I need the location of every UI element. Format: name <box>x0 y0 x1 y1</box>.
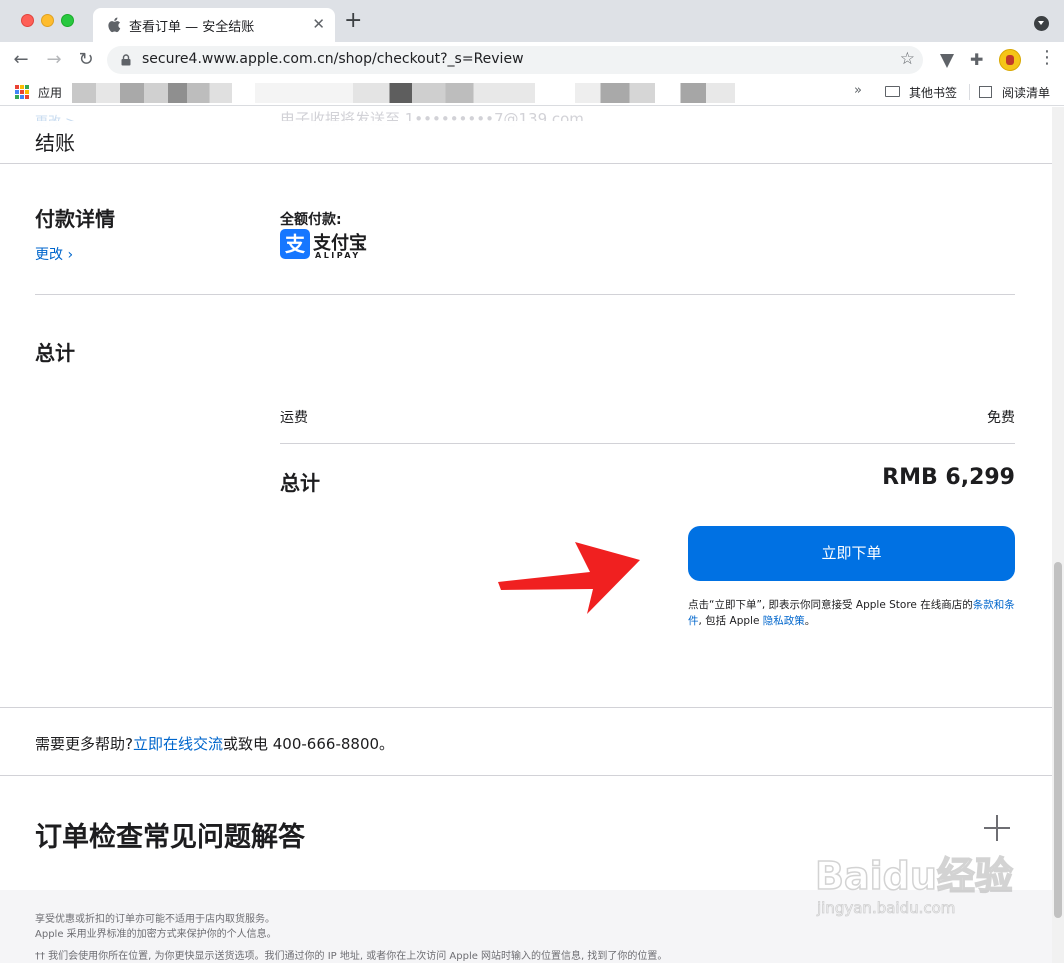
tab-search-icon[interactable] <box>1034 16 1049 31</box>
maximize-window-button[interactable] <box>61 14 74 27</box>
bookmarks-bar: 应用 » 其他书签 阅读清单 <box>0 78 1064 106</box>
extensions-puzzle-icon[interactable]: ✚ <box>970 50 983 69</box>
vue-devtools-extension-icon[interactable] <box>940 54 954 68</box>
apple-logo-icon <box>108 17 121 33</box>
red-annotation-arrow-icon <box>498 542 640 614</box>
footer-note: Apple 采用业界标准的加密方式来保护你的个人信息。 <box>35 929 277 940</box>
total-label: 总计 <box>280 471 320 495</box>
address-bar[interactable]: secure4.www.apple.com.cn/shop/checkout?_… <box>107 46 923 74</box>
help-bottom-divider <box>0 775 1052 776</box>
section-divider <box>35 294 1015 295</box>
footer-note: 享受优惠或折扣的订单亦可能不适用于店内取货服务。 <box>35 914 275 925</box>
payment-details-heading: 付款详情 <box>35 207 115 231</box>
apps-label[interactable]: 应用 <box>38 84 62 101</box>
summary-divider <box>280 443 1015 444</box>
watermark-main: Baidu经验 <box>814 853 1013 899</box>
page-scrollbar-thumb[interactable] <box>1054 562 1062 918</box>
tab-title: 查看订单 — 安全结账 <box>129 20 255 35</box>
reading-list-icon <box>979 86 992 98</box>
expand-plus-icon[interactable] <box>984 815 1010 841</box>
browser-titlebar: 查看订单 — 安全结账 ✕ + <box>0 0 1064 42</box>
tab-close-icon[interactable]: ✕ <box>312 15 325 33</box>
close-window-button[interactable] <box>21 14 34 27</box>
help-prefix: 需要更多帮助? <box>35 735 133 753</box>
faq-heading[interactable]: 订单检查常见问题解答 <box>35 815 305 854</box>
checkout-title: 结账 <box>35 131 75 155</box>
more-menu-icon[interactable]: ⋮ <box>1038 49 1056 67</box>
help-phone: 400-666-8800。 <box>272 735 395 753</box>
apps-grid-icon[interactable] <box>15 85 29 99</box>
help-middle: 或致电 <box>222 735 273 753</box>
url-text: secure4.www.apple.com.cn/shop/checkout?_… <box>142 51 524 67</box>
watermark-sub: jingyan.baidu.com <box>817 899 956 918</box>
forward-arrow-icon[interactable]: → <box>42 48 66 72</box>
browser-toolbar: ← → ↻ secure4.www.apple.com.cn/shop/chec… <box>0 42 1064 78</box>
alipay-logo: 支 支付宝 ALIPAY <box>280 229 370 263</box>
footer-note: †† 我们会使用你所在位置, 为你更快显示送货选项。我们通过你的 IP 地址, … <box>35 951 668 962</box>
privacy-policy-link[interactable]: 隐私政策 <box>763 615 805 627</box>
bookmarks-separator <box>969 84 970 100</box>
checkout-page: 更改 > 电子收据将发送至 1•••••••••7@139.com 结账 付款详… <box>0 107 1052 963</box>
terms-suffix: 。 <box>804 615 816 627</box>
change-payment-link[interactable]: 更改 › <box>35 244 73 264</box>
bookmark-star-icon[interactable]: ☆ <box>900 49 915 69</box>
place-order-button[interactable]: 立即下单 <box>688 526 1015 581</box>
reading-list-button[interactable]: 阅读清单 <box>1002 84 1050 101</box>
help-top-divider <box>0 707 1052 708</box>
terms-middle: , 包括 Apple <box>698 615 763 627</box>
new-tab-button[interactable]: + <box>344 10 362 32</box>
blurred-bookmarks <box>575 83 735 103</box>
alipay-icon: 支 <box>280 229 310 259</box>
alipay-wordmark-en: ALIPAY <box>315 251 361 260</box>
blurred-bookmarks <box>72 83 232 103</box>
live-chat-link[interactable]: 立即在线交流 <box>133 735 223 753</box>
terms-prefix: 点击“立即下单”, 即表示你同意接受 Apple Store 在线商店的 <box>688 599 973 611</box>
browser-tab-active[interactable]: 查看订单 — 安全结账 ✕ <box>93 8 335 42</box>
more-bookmarks-chevron[interactable]: » <box>854 83 862 98</box>
profile-avatar-icon[interactable] <box>999 49 1021 71</box>
shipping-label: 运费 <box>280 410 308 426</box>
terms-notice: 点击“立即下单”, 即表示你同意接受 Apple Store 在线商店的条款和条… <box>688 597 1018 629</box>
other-bookmarks-folder[interactable]: 其他书签 <box>909 84 957 101</box>
baidu-jingyan-watermark: Baidu经验 jingyan.baidu.com <box>814 845 1015 935</box>
total-value: RMB 6,299 <box>882 465 1015 490</box>
back-arrow-icon[interactable]: ← <box>9 48 33 72</box>
folder-icon <box>885 86 900 97</box>
help-line: 需要更多帮助?立即在线交流或致电 400-666-8800。 <box>35 733 394 754</box>
sticky-checkout-header: 结账 <box>0 121 1052 164</box>
summary-heading: 总计 <box>35 341 75 365</box>
lock-icon <box>121 54 131 66</box>
blurred-bookmarks <box>255 83 535 103</box>
reload-icon[interactable]: ↻ <box>74 48 98 72</box>
minimize-window-button[interactable] <box>41 14 54 27</box>
full-payment-label: 全额付款: <box>280 212 342 228</box>
shipping-value: 免费 <box>987 410 1015 426</box>
